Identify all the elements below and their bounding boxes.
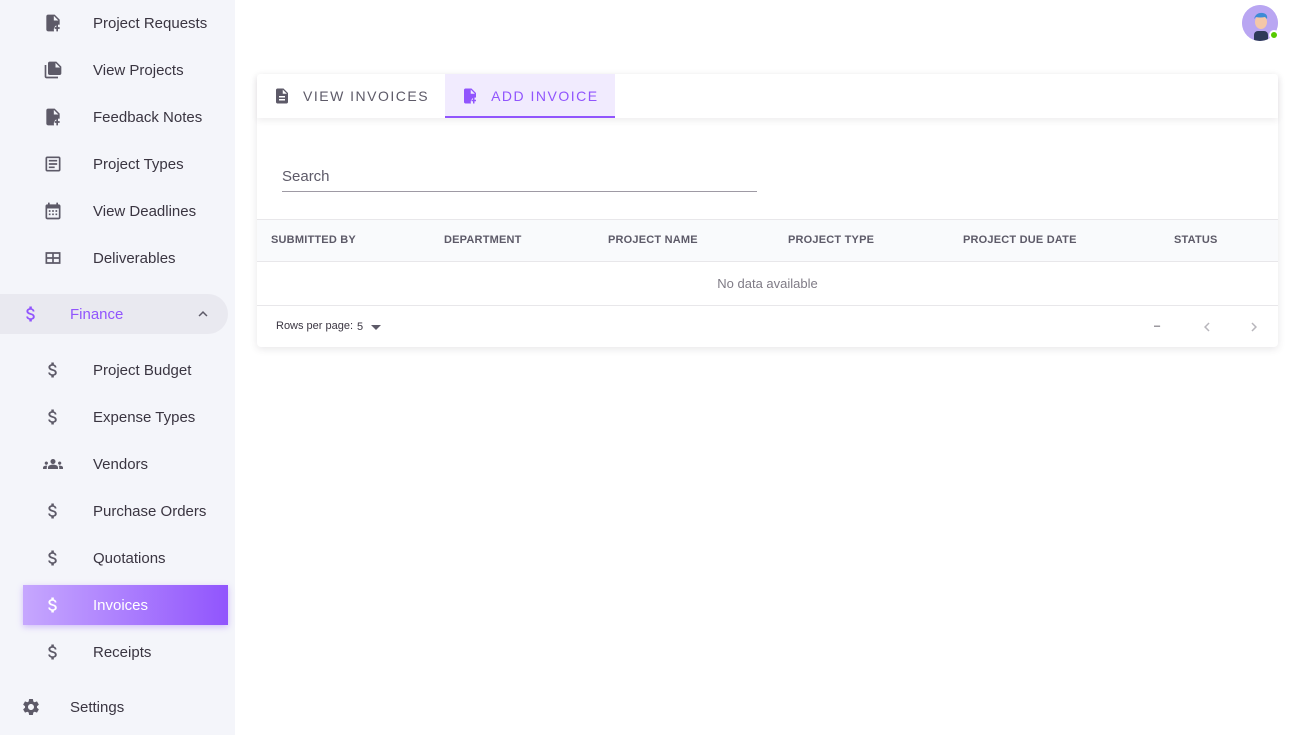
sidebar-item-vendors[interactable]: Vendors (0, 444, 228, 484)
dollar-icon (42, 359, 64, 381)
rows-per-page-value: 5 (357, 321, 364, 333)
rows-per-page-label: Rows per page: (276, 320, 354, 332)
sidebar-item-quotations[interactable]: Quotations (0, 538, 228, 578)
sidebar-item-label: Invoices (93, 596, 149, 614)
dollar-icon (42, 594, 64, 616)
sidebar-item-label: Vendors (93, 455, 149, 473)
sidebar-item-label: Deliverables (93, 249, 176, 267)
dollar-icon (42, 406, 64, 428)
sidebar-item-expense-types[interactable]: Expense Types (0, 397, 228, 437)
sidebar-item-label: Project Types (93, 155, 184, 173)
sidebar-item-deliverables[interactable]: Deliverables (0, 238, 228, 278)
sidebar-group-finance[interactable]: Finance (0, 294, 228, 334)
column-header-project-due-date[interactable]: Project Due Date (963, 220, 1077, 261)
sidebar-item-feedback-notes[interactable]: Feedback Notes (0, 97, 228, 137)
user-avatar[interactable] (1242, 5, 1279, 43)
table-header: Submitted By Department Project Name Pro… (257, 219, 1278, 262)
column-header-department[interactable]: Department (444, 220, 522, 261)
sidebar-item-project-budget[interactable]: Project Budget (0, 350, 228, 390)
document-icon (273, 87, 291, 105)
dollar-icon (42, 641, 64, 663)
sidebar-item-project-requests[interactable]: Project Requests (0, 3, 228, 43)
column-header-status[interactable]: Status (1174, 220, 1218, 261)
invoices-card: View Invoices Add Invoice Submitted By D… (257, 74, 1278, 347)
document-plus-icon (461, 87, 479, 105)
chevron-up-icon (194, 305, 212, 323)
online-status-dot (1269, 30, 1279, 40)
sidebar-item-label: Project Budget (93, 361, 192, 379)
sidebar-item-purchase-orders[interactable]: Purchase Orders (0, 491, 228, 531)
table-icon (42, 247, 64, 269)
table-empty-message: No data available (257, 262, 1278, 306)
tab-view-invoices[interactable]: View Invoices (257, 74, 445, 118)
dollar-icon (42, 500, 64, 522)
people-icon (42, 453, 64, 475)
sidebar-item-view-projects[interactable]: View Projects (0, 50, 228, 90)
calendar-icon (42, 200, 64, 222)
gear-icon (20, 696, 42, 718)
sidebar-item-label: View Projects (93, 61, 184, 79)
tabs: View Invoices Add Invoice (257, 74, 615, 118)
sidebar-item-label: View Deadlines (93, 202, 197, 220)
sidebar-item-label: Quotations (93, 549, 166, 567)
column-header-submitted-by[interactable]: Submitted By (271, 220, 356, 261)
tab-label: View Invoices (303, 88, 430, 104)
sidebar-item-label: Purchase Orders (93, 502, 207, 520)
chevron-right-icon (1251, 322, 1257, 332)
sidebar-item-receipts[interactable]: Receipts (0, 632, 228, 672)
column-header-project-name[interactable]: Project Name (608, 220, 698, 261)
sidebar-item-label: Settings (70, 698, 125, 716)
sidebar-item-label: Receipts (93, 643, 152, 661)
sidebar-item-view-deadlines[interactable]: View Deadlines (0, 191, 228, 231)
tab-label: Add Invoice (491, 88, 599, 104)
table-footer: Rows per page: 5 – (257, 306, 1278, 347)
search-input[interactable] (282, 162, 757, 192)
file-multiple-icon (42, 59, 64, 81)
form-list-icon (42, 153, 64, 175)
caret-down-icon (371, 324, 382, 330)
sidebar-item-settings[interactable]: Settings (0, 687, 228, 727)
sidebar-group-label: Finance (70, 305, 124, 323)
sidebar-item-invoices[interactable]: Invoices (23, 585, 228, 625)
file-plus-icon (42, 12, 64, 34)
column-header-project-type[interactable]: Project Type (788, 220, 874, 261)
pagination-range: – (1154, 320, 1161, 332)
file-plus-icon (42, 106, 64, 128)
sidebar-item-label: Expense Types (93, 408, 196, 426)
sidebar-item-label: Feedback Notes (93, 108, 203, 126)
sidebar-item-project-types[interactable]: Project Types (0, 144, 228, 184)
sidebar: Project Requests View Projects Feedback … (0, 0, 235, 735)
chevron-left-icon (1204, 322, 1210, 332)
dollar-icon (42, 547, 64, 569)
rows-per-page-select[interactable]: 5 (357, 317, 382, 337)
tab-add-invoice[interactable]: Add Invoice (445, 74, 615, 118)
previous-page-button[interactable] (1196, 316, 1218, 338)
next-page-button[interactable] (1243, 316, 1265, 338)
dollar-icon (20, 303, 42, 325)
sidebar-item-label: Project Requests (93, 14, 208, 32)
